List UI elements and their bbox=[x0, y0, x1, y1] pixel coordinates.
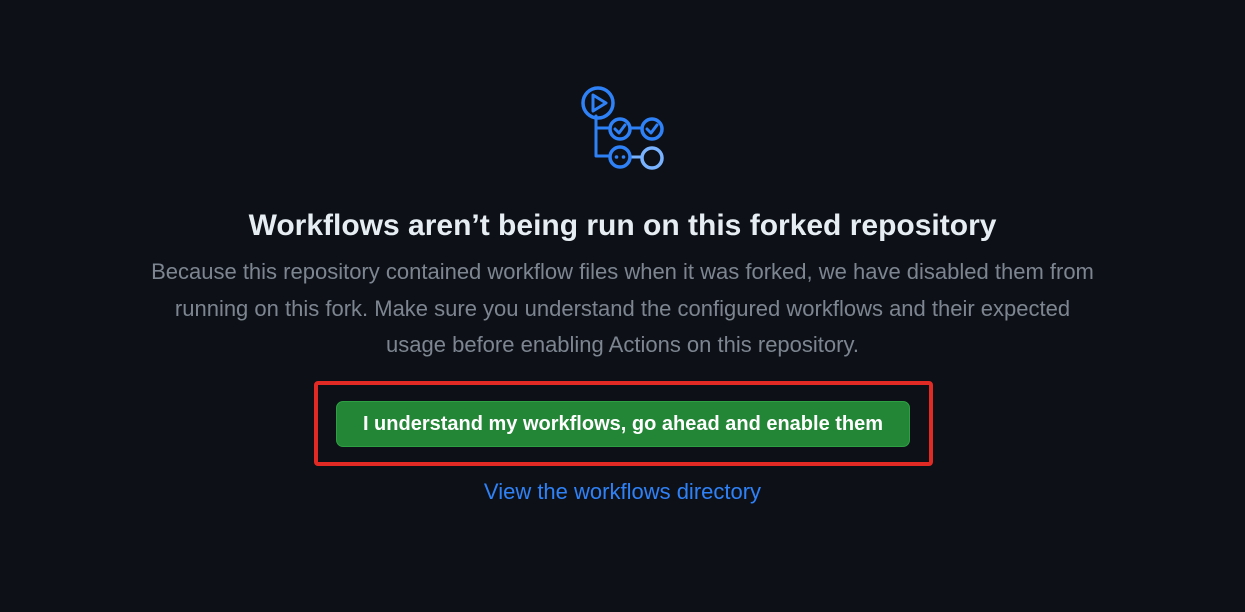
page-title: Workflows aren’t being run on this forke… bbox=[248, 209, 997, 242]
view-workflows-directory-link[interactable]: View the workflows directory bbox=[0, 476, 1245, 508]
actions-workflow-icon bbox=[581, 86, 664, 170]
description-text: Because this repository contained workfl… bbox=[0, 254, 1245, 364]
description-line: Because this repository contained workfl… bbox=[151, 259, 1094, 284]
description-line: usage before enabling Actions on this re… bbox=[386, 332, 859, 357]
enable-workflows-button[interactable]: I understand my workflows, go ahead and … bbox=[336, 401, 910, 447]
actions-disabled-empty-state: Workflows aren’t being run on this forke… bbox=[0, 0, 1245, 612]
description-line: running on this fork. Make sure you unde… bbox=[174, 295, 1071, 321]
